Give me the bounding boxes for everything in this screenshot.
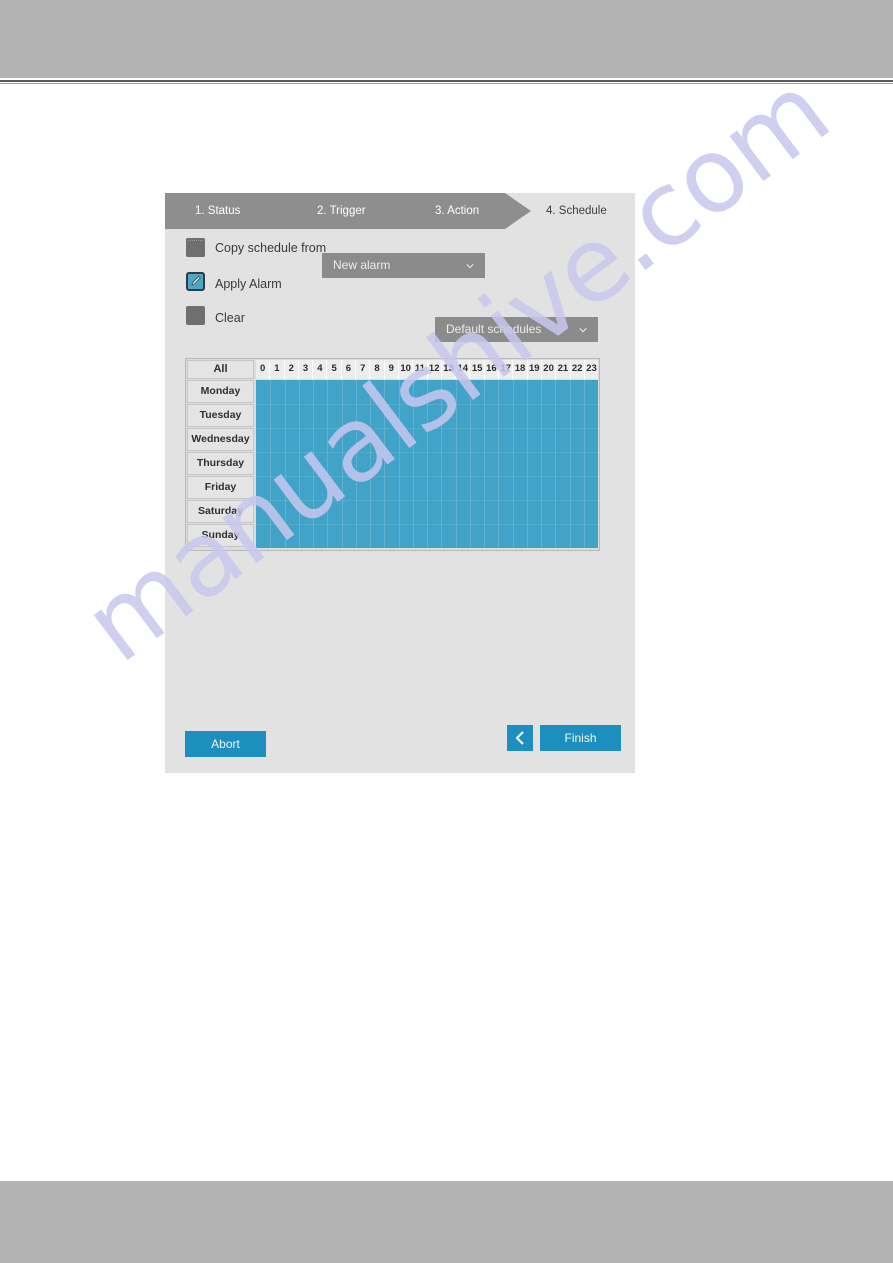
hour-header-cell[interactable]: 4 <box>313 360 328 379</box>
pencil-icon[interactable] <box>186 272 205 291</box>
chevron-left-icon <box>515 731 524 745</box>
hour-header-cell[interactable]: 23 <box>584 360 599 379</box>
slot-gridline-vertical <box>526 380 528 548</box>
slot-gridline-vertical <box>313 380 314 548</box>
hour-header-cell[interactable]: 11 <box>413 360 428 379</box>
hour-header-cell[interactable]: 3 <box>298 360 314 379</box>
hour-header-cell[interactable]: 15 <box>470 360 485 379</box>
slot-gridline-horizontal <box>256 524 598 525</box>
option-copy-schedule-from-label: Copy schedule from <box>215 241 327 255</box>
hour-header-cell[interactable]: 16 <box>484 360 500 379</box>
hour-header-cell[interactable]: 13 <box>441 360 457 379</box>
schedule-slot-area[interactable] <box>256 380 598 548</box>
pencil-glyph <box>191 275 201 286</box>
hour-header-cell[interactable]: 7 <box>356 360 371 379</box>
chevron-down-icon <box>466 264 474 269</box>
slot-gridline-horizontal <box>256 476 598 477</box>
slot-gridline-vertical <box>583 380 585 548</box>
page-header-rule <box>0 80 893 82</box>
slot-gridline-vertical <box>441 380 443 548</box>
chevron-down-icon <box>579 328 587 333</box>
slot-gridline-vertical <box>541 380 542 548</box>
slot-gridline-vertical <box>370 380 371 548</box>
default-schedules-dropdown[interactable]: Default schedules <box>435 317 598 342</box>
option-clear-label: Clear <box>215 311 245 325</box>
slot-gridline-vertical <box>569 380 571 548</box>
square-unchecked-icon[interactable] <box>186 306 205 325</box>
slot-gridline-vertical <box>555 380 557 548</box>
hour-header-cell[interactable]: 22 <box>570 360 585 379</box>
day-label-cell[interactable]: Sunday <box>187 524 254 547</box>
hour-header-cell[interactable]: 5 <box>327 360 342 379</box>
schedule-grid-header: All 0 1 2 3 4 5 6 7 8 9 10 11 12 13 14 15 16 17 18 19 20 21 22… <box>186 359 599 380</box>
slot-gridline-vertical <box>498 380 500 548</box>
slot-gridline-vertical <box>327 380 329 548</box>
hour-header-row: 0 1 2 3 4 5 6 7 8 9 10 11 12 13 14 15 16 17 18 19 20 21 22 23 <box>256 360 599 379</box>
hour-header-cell[interactable]: 17 <box>499 360 514 379</box>
slot-gridline-vertical <box>455 380 457 548</box>
slot-gridline-horizontal <box>256 500 598 501</box>
day-label-cell[interactable]: Friday <box>187 476 254 499</box>
slot-gridline-vertical <box>270 380 272 548</box>
hour-header-cell[interactable]: 8 <box>370 360 385 379</box>
tab-trigger[interactable]: 2. Trigger <box>317 193 366 229</box>
hour-header-cell[interactable]: 0 <box>256 360 271 379</box>
slot-gridline-horizontal <box>256 404 598 405</box>
slot-gridline-vertical <box>412 380 414 548</box>
slot-gridline-vertical <box>384 380 386 548</box>
slot-gridline-vertical <box>427 380 428 548</box>
copy-schedule-from-value: New alarm <box>333 258 391 272</box>
slot-gridline-vertical <box>284 380 286 548</box>
finish-button[interactable]: Finish <box>540 725 621 751</box>
slot-gridline-vertical <box>469 380 471 548</box>
tab-action[interactable]: 3. Action <box>435 193 479 229</box>
slot-gridline-vertical <box>512 380 514 548</box>
wizard-tab-ribbon: 1. Status 2. Trigger 3. Action 4. Schedu… <box>165 193 635 229</box>
slot-gridline-horizontal <box>256 428 598 429</box>
slot-gridline-vertical <box>484 380 485 548</box>
hour-header-cell[interactable]: 20 <box>541 360 557 379</box>
page-header-band <box>0 0 893 78</box>
select-all-button[interactable]: All <box>187 360 254 379</box>
hour-header-cell[interactable]: 9 <box>384 360 399 379</box>
day-label-cell[interactable]: Tuesday <box>187 404 254 427</box>
schedule-grid[interactable]: All 0 1 2 3 4 5 6 7 8 9 10 11 12 13 14 15 16 17 18 19 20 21 22… <box>185 358 600 551</box>
page-header-rule-light <box>0 83 893 84</box>
hour-header-cell[interactable]: 12 <box>427 360 442 379</box>
slot-gridline-horizontal <box>256 452 598 453</box>
page-footer-band <box>0 1181 893 1263</box>
hour-header-cell[interactable]: 10 <box>398 360 414 379</box>
slot-gridline-vertical <box>355 380 357 548</box>
option-apply-alarm-label: Apply Alarm <box>215 277 282 291</box>
slot-gridline-vertical <box>398 380 400 548</box>
day-label-cell[interactable]: Thursday <box>187 452 254 475</box>
slot-gridline-vertical <box>341 380 343 548</box>
slot-gridline-vertical <box>298 380 300 548</box>
hour-header-cell[interactable]: 2 <box>284 360 299 379</box>
hour-header-cell[interactable]: 19 <box>527 360 542 379</box>
schedule-wizard-dialog: 1. Status 2. Trigger 3. Action 4. Schedu… <box>165 193 635 773</box>
hour-header-cell[interactable]: 21 <box>556 360 571 379</box>
day-label-cell[interactable]: Monday <box>187 380 254 403</box>
hour-header-cell[interactable]: 6 <box>341 360 357 379</box>
hour-header-cell[interactable]: 14 <box>456 360 471 379</box>
tab-schedule[interactable]: 4. Schedule <box>546 193 607 229</box>
back-button[interactable] <box>507 725 533 751</box>
tab-status[interactable]: 1. Status <box>195 193 240 229</box>
default-schedules-value: Default schedules <box>446 322 542 336</box>
abort-button[interactable]: Abort <box>185 731 266 757</box>
day-label-column: Monday Tuesday Wednesday Thursday Friday Satu… <box>187 380 254 548</box>
hour-header-cell[interactable]: 1 <box>270 360 285 379</box>
copy-schedule-from-dropdown[interactable]: New alarm <box>322 253 485 278</box>
hour-header-cell[interactable]: 18 <box>513 360 528 379</box>
schedule-grid-body: Monday Tuesday Wednesday Thursday Friday Satu… <box>186 380 599 550</box>
square-unchecked-icon[interactable] <box>186 238 205 257</box>
day-label-cell[interactable]: Saturday <box>187 500 254 523</box>
day-label-cell[interactable]: Wednesday <box>187 428 254 451</box>
